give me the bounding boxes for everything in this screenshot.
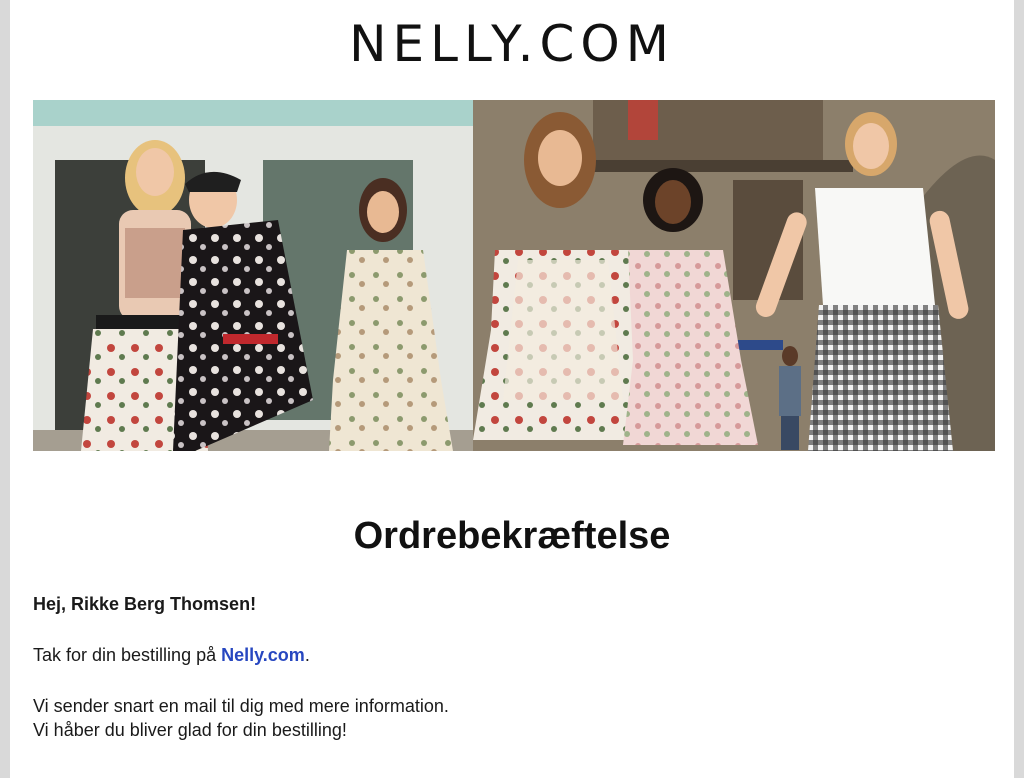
thanks-prefix: Tak for din bestilling på: [33, 645, 222, 665]
thanks-text: Tak for din bestilling på Nelly.com.: [33, 643, 933, 667]
info-text: Vi sender snart en mail til dig med mere…: [33, 694, 933, 742]
thanks-suffix: .: [304, 645, 310, 665]
brand-logo[interactable]: NELLY.COM: [10, 14, 1014, 74]
hero-photo: [33, 100, 995, 451]
info-line-2: Vi håber du bliver glad for din bestilli…: [33, 720, 347, 740]
email-body: NELLY.COM Ordrebekræftelse Hej, Rikke Be…: [10, 0, 1014, 778]
hero-image[interactable]: [33, 100, 995, 451]
info-line-1: Vi sender snart en mail til dig med mere…: [33, 696, 449, 716]
greeting-text: Hej, Rikke Berg Thomsen!: [33, 594, 257, 614]
page-title: Ordrebekræftelse: [353, 515, 671, 557]
nelly-link[interactable]: Nelly.com: [221, 645, 305, 665]
